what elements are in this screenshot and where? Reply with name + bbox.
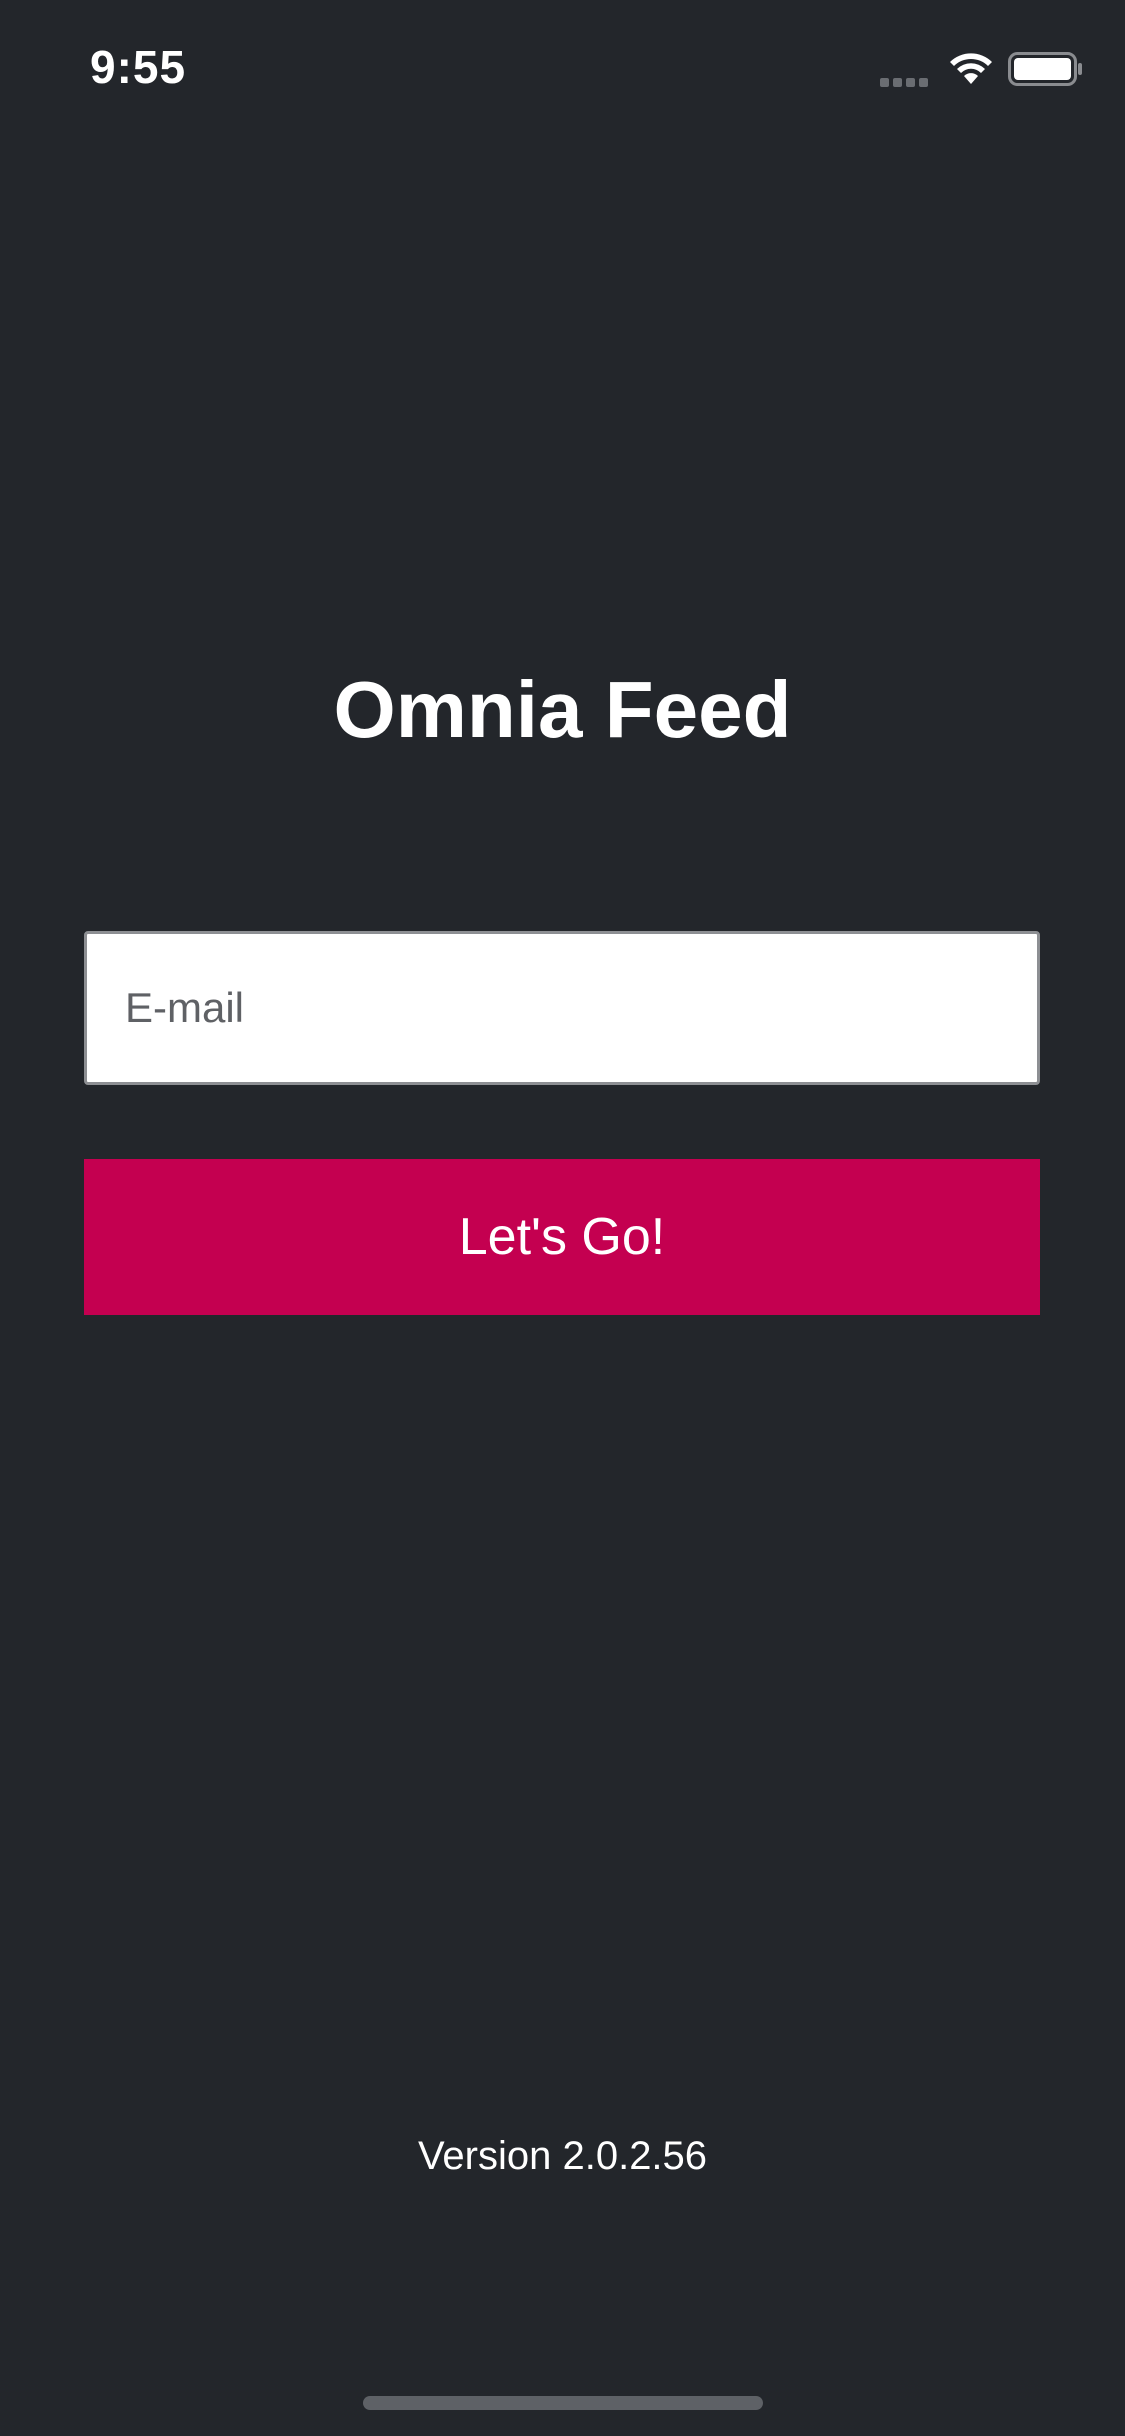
status-time: 9:55 [90, 41, 187, 93]
email-field[interactable] [84, 931, 1040, 1085]
login-screen: 9:55 Omnia Feed Let's Go! Version 2.0.2.… [0, 0, 1125, 2436]
signal-icon [880, 74, 934, 87]
lets-go-button[interactable]: Let's Go! [84, 1159, 1040, 1315]
home-indicator[interactable] [363, 2396, 763, 2410]
battery-icon [1008, 52, 1082, 86]
wifi-icon [950, 53, 992, 84]
app-title: Omnia Feed [333, 665, 792, 754]
version-label: Version 2.0.2.56 [417, 2134, 708, 2178]
status-bar: 9:55 [0, 0, 1125, 132]
